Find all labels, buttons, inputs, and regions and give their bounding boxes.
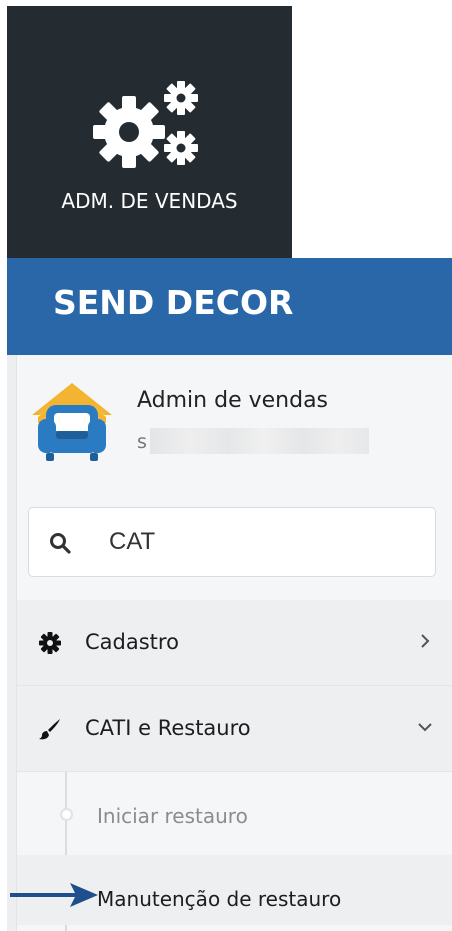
tile-label: ADM. DE VENDAS	[61, 189, 238, 213]
arrow-right-icon	[10, 883, 98, 907]
search-input[interactable]	[109, 522, 419, 562]
menu-item-cati-restauro[interactable]: CATI e Restauro	[17, 686, 452, 772]
sidebar-edge	[7, 355, 17, 931]
menu-item-label: CATI e Restauro	[85, 716, 251, 740]
house-armchair-icon	[32, 383, 112, 461]
gear-icon	[39, 632, 61, 654]
brand-header: SEND DECOR	[7, 258, 452, 355]
gears-icon	[93, 81, 198, 168]
submenu-item-label: Iniciar restauro	[97, 804, 248, 828]
brush-icon	[39, 719, 60, 740]
menu-item-cadastro[interactable]: Cadastro	[17, 600, 452, 686]
submenu-item-iniciar-restauro[interactable]: Iniciar restauro	[17, 780, 452, 850]
chevron-right-icon	[421, 634, 430, 648]
email-redaction	[150, 428, 369, 454]
user-name: Admin de vendas	[137, 388, 329, 413]
search-box[interactable]	[28, 507, 436, 577]
tree-node-dot	[60, 808, 73, 821]
search-icon	[50, 533, 71, 554]
user-email: s	[137, 431, 147, 453]
adm-vendas-tile[interactable]: ADM. DE VENDAS	[7, 6, 292, 258]
submenu-item-label: Manutenção de restauro	[97, 887, 342, 911]
menu-item-label: Cadastro	[85, 630, 179, 654]
chevron-down-icon	[418, 723, 432, 732]
brand-name: SEND DECOR	[53, 283, 294, 322]
